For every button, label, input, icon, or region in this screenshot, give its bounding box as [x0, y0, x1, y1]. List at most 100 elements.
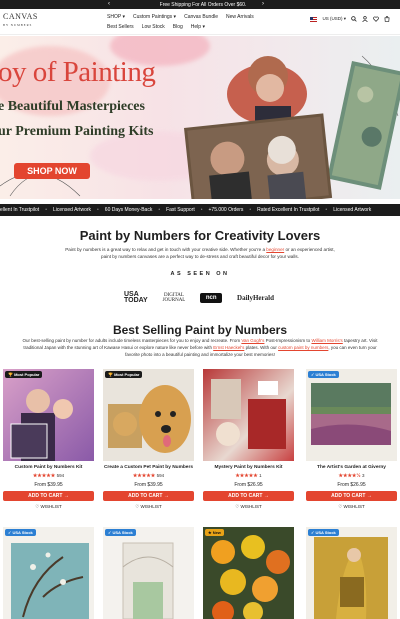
custom-paint-link[interactable]: custom paint by numbers — [278, 345, 328, 350]
best-text-part: , you can even turn your — [328, 345, 377, 350]
product-image[interactable]: ✓ USA Stock — [103, 527, 194, 619]
intro-text-part: paint by numbers canvases are a perfect … — [101, 254, 299, 259]
nav-canvas-bundle[interactable]: Canvas Bundle — [184, 13, 218, 21]
add-to-cart-button[interactable]: ADD TO CART → — [3, 491, 94, 501]
william-morris-link[interactable]: William Morris's — [311, 338, 342, 343]
product-title[interactable]: The Artist's Garden at Giverny — [306, 465, 397, 472]
product-title[interactable]: Mystery Paint by Numbers Kit — [203, 465, 294, 472]
usa-stock-badge: ✓ USA Stock — [308, 371, 339, 378]
best-text-part: tapestry art. Visit — [342, 338, 378, 343]
nav-new-arrivals[interactable]: New Arrivals — [226, 13, 254, 21]
add-to-cart-button[interactable]: ADD TO CART → — [103, 491, 194, 501]
product-title[interactable]: Create a Custom Pet Paint by Numbers — [103, 465, 194, 472]
ticker-item: Licensed Artwork — [333, 207, 372, 213]
usa-stock-badge: ✓ USA Stock — [5, 529, 36, 536]
ticker-item: Rated Excellent In Trustpilot — [257, 207, 320, 213]
hero-subtitle-1: e Beautiful Masterpieces — [0, 99, 145, 114]
account-icon[interactable] — [362, 16, 368, 22]
product-image[interactable]: 🏆 Most Popular — [3, 369, 94, 461]
product-price: From $26.95 — [337, 482, 366, 488]
product-price: From $26.95 — [234, 482, 263, 488]
hero-title: oy of Painting — [0, 56, 156, 88]
press-logos: USA TODAY DIGITAL JOURNAL ncn DailyHeral… — [124, 290, 274, 306]
ticker-item: Fast Support — [166, 207, 195, 213]
nav-help[interactable]: Help ▾ — [191, 23, 205, 31]
most-popular-badge: 🏆 Most Popular — [5, 371, 43, 378]
add-to-cart-button[interactable]: ADD TO CART → — [306, 491, 397, 501]
chevron-right-icon[interactable]: › — [262, 0, 264, 9]
product-rating: ★★★★½ 3 — [306, 473, 397, 481]
rating-stars: ★★★★★ — [32, 473, 56, 479]
nav-low-stock[interactable]: Low Stock — [142, 23, 165, 31]
review-count: 3 — [361, 473, 365, 478]
best-text-part: Our best-selling paint by number for adu… — [22, 338, 242, 343]
section-title: Paint by Numbers for Creativity Lovers — [79, 228, 321, 243]
ticker-item: ellent In Trustpilot — [0, 207, 40, 213]
nav-custom-paintings[interactable]: Custom Paintings ▾ — [133, 13, 176, 21]
product-image[interactable]: ✓ USA Stock — [306, 369, 397, 461]
hero-banner: oy of Painting e Beautiful Masterpieces … — [0, 36, 400, 199]
intro-text-part: or an experienced artist, — [284, 247, 335, 252]
product-card[interactable]: ✓ USA Stock The Artist's Garden at Giver… — [306, 369, 397, 510]
product-card[interactable]: ✓ USA Stock — [306, 527, 397, 619]
trust-ticker: ellent In Trustpilot • Licensed Artwork • … — [0, 204, 400, 216]
us-flag-icon — [310, 16, 318, 22]
product-card[interactable]: ✓ USA Stock — [3, 527, 94, 619]
product-image[interactable]: ★ New — [203, 527, 294, 619]
wishlist-button[interactable]: ♡ WISHLIST — [203, 504, 294, 510]
rating-stars: ★★★★½ — [338, 473, 361, 479]
ticker-item: 60 Days Money-Back — [104, 207, 153, 213]
digital-journal-logo: DIGITAL JOURNAL — [162, 293, 186, 303]
daily-herald-logo: DailyHerald — [237, 294, 274, 302]
beginner-link[interactable]: beginner — [266, 247, 284, 252]
product-card[interactable]: 🏆 Most Popular Custom Paint by Numbers K… — [3, 369, 94, 510]
nav-blog[interactable]: Blog — [173, 23, 183, 31]
search-icon[interactable] — [351, 16, 357, 22]
wishlist-button[interactable]: ♡ WISHLIST — [306, 504, 397, 510]
ernst-haeckel-link[interactable]: Ernst Haeckel's — [213, 345, 244, 350]
wishlist-icon[interactable] — [373, 16, 379, 22]
product-card[interactable]: ✓ USA Stock — [103, 527, 194, 619]
usa-stock-badge: ✓ USA Stock — [308, 529, 339, 536]
logo-name: CANVAS — [3, 12, 38, 21]
logo-sub: BY NUMBERS — [3, 23, 33, 27]
product-card[interactable]: ★ New — [203, 527, 294, 619]
wishlist-button[interactable]: ♡ WISHLIST — [3, 504, 94, 510]
best-selling-title: Best Selling Paint by Numbers — [112, 323, 288, 337]
add-to-cart-button[interactable]: ADD TO CART → — [203, 491, 294, 501]
hero-subtitle-2: ur Premium Painting Kits — [0, 124, 154, 139]
van-gogh-link[interactable]: Van Gogh's — [241, 338, 264, 343]
announcement-text: Free Shipping For All Orders Over $60. — [159, 1, 247, 8]
best-selling-text: Our best-selling paint by number for adu… — [0, 337, 400, 358]
cart-icon[interactable] — [384, 16, 390, 22]
product-title[interactable]: Custom Paint by Numbers Kit — [3, 465, 94, 472]
best-text-part: plates. With our — [244, 345, 279, 350]
product-image[interactable]: 🏆 Most Popular — [103, 369, 194, 461]
product-image[interactable]: ✓ USA Stock — [3, 527, 94, 619]
product-card[interactable]: Mystery Paint by Numbers Kit ★★★★★ 1 Fro… — [203, 369, 294, 510]
ticker-item: Licensed Artwork — [52, 207, 92, 213]
review-count: 1 — [259, 473, 262, 478]
best-text-part: traditional Japan with the stunning art … — [23, 345, 214, 350]
most-popular-badge: 🏆 Most Popular — [105, 371, 143, 378]
header-actions: US (USD) ▾ — [310, 16, 390, 22]
product-rating: ★★★★★ 1 — [203, 473, 294, 481]
product-card[interactable]: 🏆 Most Popular Create a Custom Pet Paint… — [103, 369, 194, 510]
ticker-item: +75.000 Orders — [208, 207, 244, 213]
rating-stars: ★★★★★ — [132, 473, 156, 479]
nav-best-sellers[interactable]: Best Sellers — [107, 23, 134, 31]
site-header: CANVAS BY NUMBERS SHOP ▾ Custom Paintings… — [0, 9, 400, 35]
chevron-left-icon[interactable]: ‹ — [108, 0, 110, 9]
product-image[interactable]: ✓ USA Stock — [306, 527, 397, 619]
logo[interactable]: CANVAS BY NUMBERS — [3, 13, 37, 29]
nav-shop[interactable]: SHOP ▾ — [107, 13, 125, 21]
product-rating: ★★★★★ 594 — [103, 473, 194, 481]
usa-stock-badge: ✓ USA Stock — [105, 529, 136, 536]
product-price: From $39.95 — [34, 482, 63, 488]
wishlist-button[interactable]: ♡ WISHLIST — [103, 504, 194, 510]
currency-selector[interactable]: US (USD) ▾ — [322, 16, 346, 22]
product-image[interactable] — [203, 369, 294, 461]
best-text-part: Post-Impressionism to — [264, 338, 312, 343]
ncn-logo: ncn — [200, 293, 223, 303]
shop-now-button[interactable]: SHOP NOW — [14, 163, 90, 179]
